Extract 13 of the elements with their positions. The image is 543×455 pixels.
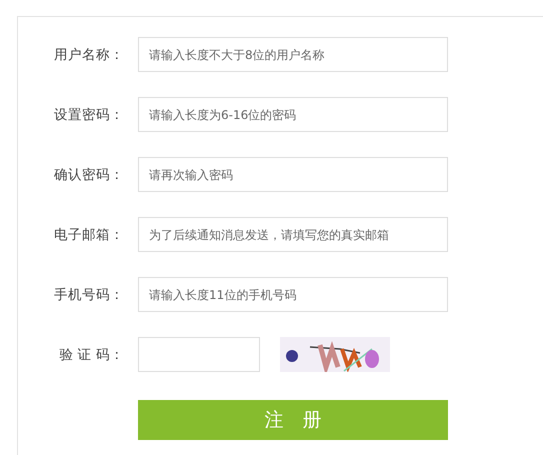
field-label: 验 证 码： [58,346,125,364]
input-field[interactable]: 为了后续通知消息发送，请填写您的真实邮箱 [138,217,448,252]
input-field[interactable]: 请输入长度不大于8位的用户名称 [138,37,448,72]
captcha-field[interactable] [138,337,260,372]
input-field[interactable]: 请再次输入密码 [138,157,448,192]
input-field[interactable]: 请输入长度11位的手机号码 [138,277,448,312]
field-label: 确认密码： [53,166,125,184]
field-label: 设置密码： [53,106,125,124]
field-label: 手机号码： [53,286,125,304]
field-label: 电子邮箱： [53,226,125,244]
register-button[interactable]: 注 册 [138,400,448,440]
input-field[interactable]: 请输入长度为6-16位的密码 [138,97,448,132]
field-label: 用户名称： [53,46,125,64]
